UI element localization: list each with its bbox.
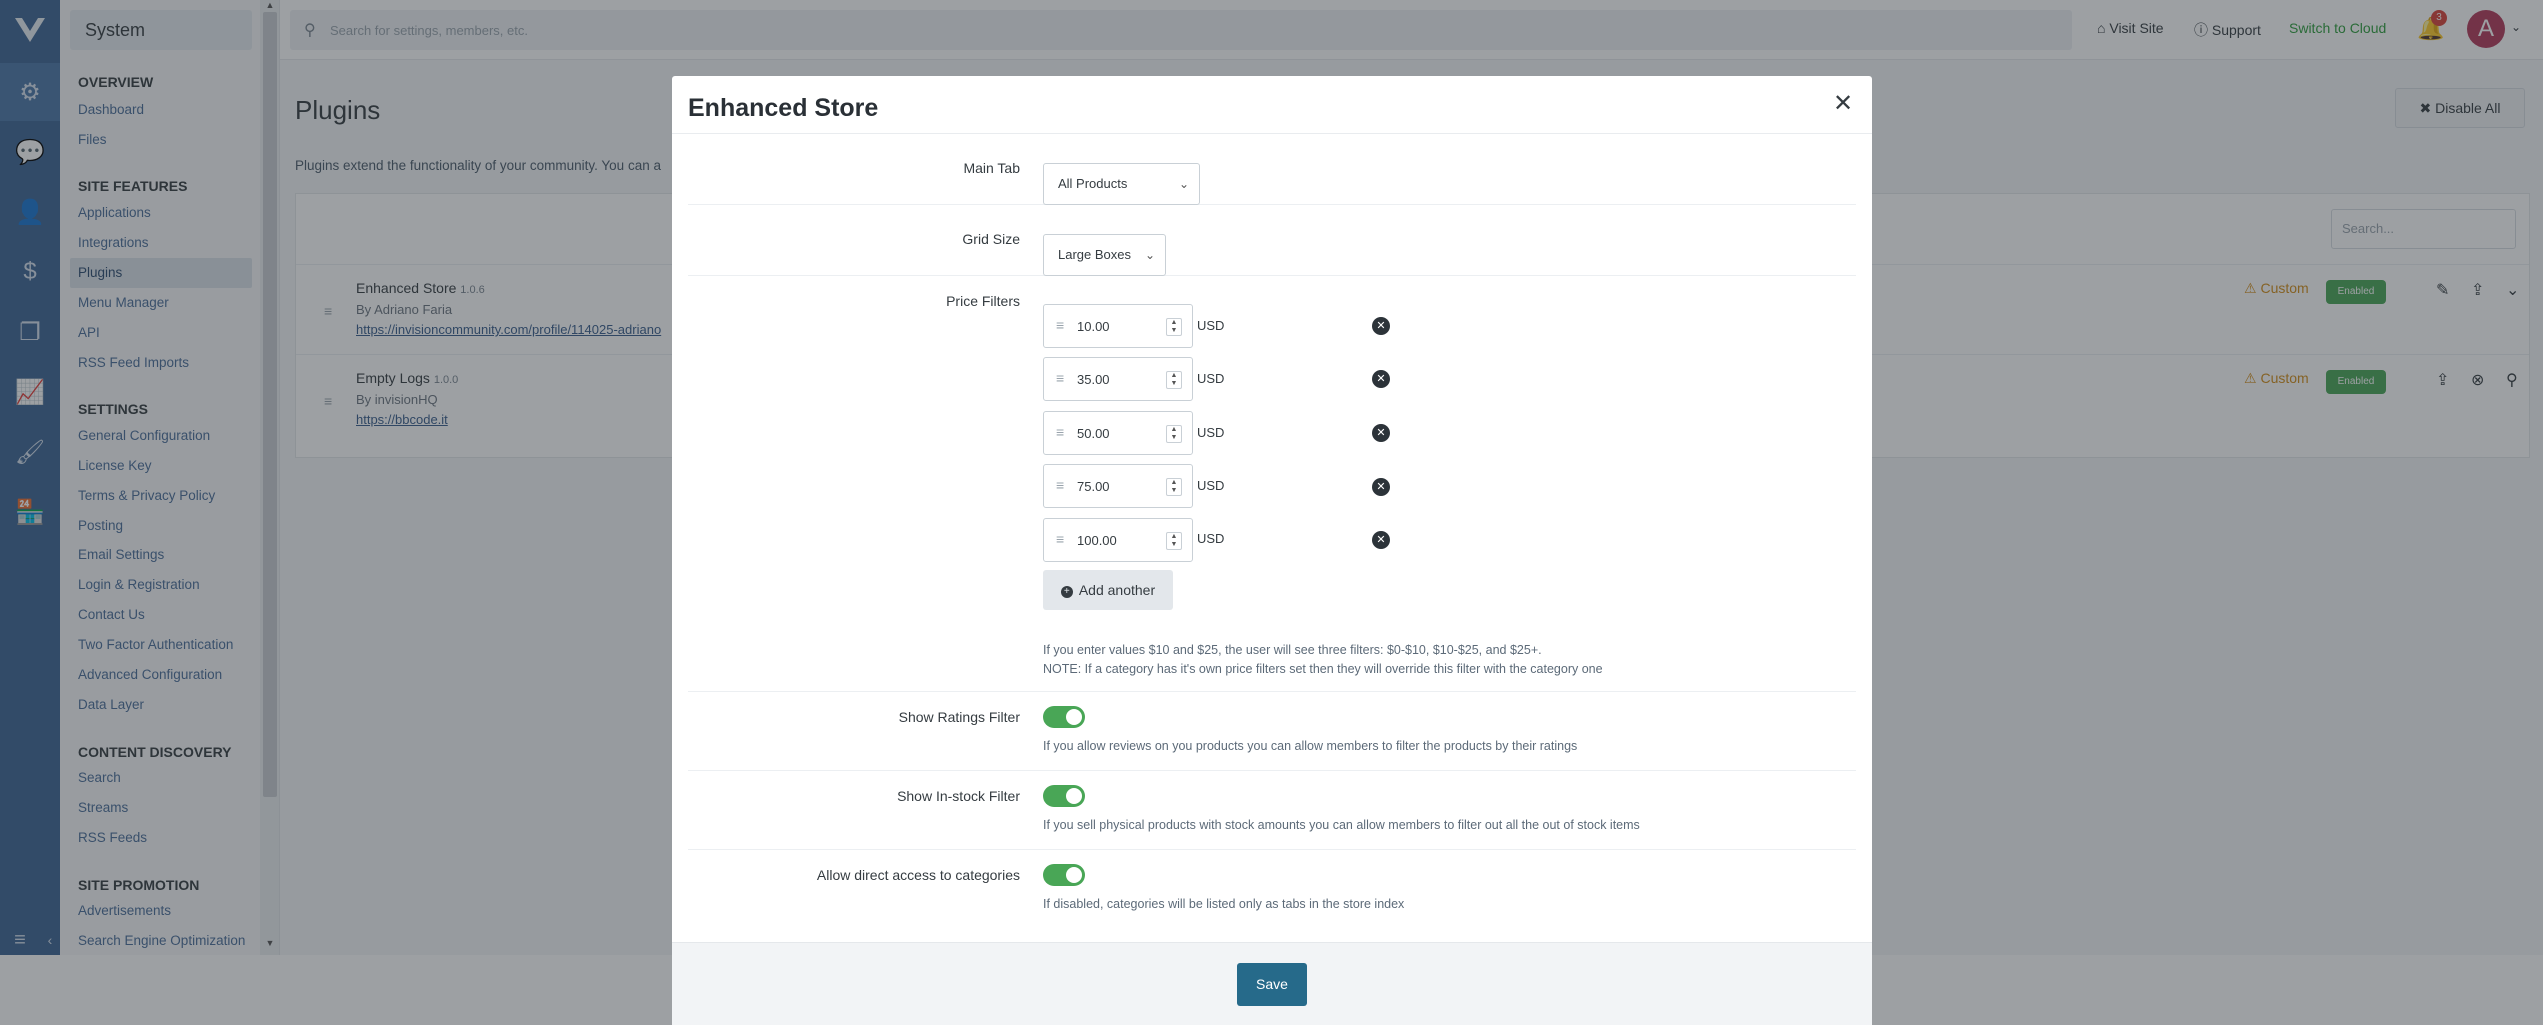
price-filter-value[interactable]: 35.00: [1077, 372, 1110, 387]
modal-title: Enhanced Store: [688, 94, 879, 122]
modal-footer: Save: [672, 942, 1872, 1025]
price-filter-value[interactable]: 75.00: [1077, 479, 1110, 494]
stepper-arrows-icon[interactable]: ▲ ▼: [1166, 532, 1182, 550]
price-filter-field[interactable]: ≡ 50.00 ▲ ▼: [1043, 411, 1193, 455]
drag-handle-icon[interactable]: ≡: [1056, 478, 1064, 492]
price-filter-field[interactable]: ≡ 100.00 ▲ ▼: [1043, 518, 1193, 562]
ratings-filter-row: Show Ratings Filter: [688, 692, 1856, 771]
chevron-down-icon: ⌄: [1144, 248, 1155, 262]
stepper-arrows-icon[interactable]: ▲ ▼: [1166, 478, 1182, 496]
add-another-button[interactable]: + Add another: [1043, 570, 1173, 610]
ratings-filter-label: Show Ratings Filter: [898, 709, 1020, 725]
drag-handle-icon[interactable]: ≡: [1056, 532, 1064, 546]
currency-label: USD: [1197, 531, 1225, 546]
remove-filter-icon[interactable]: ✕: [1372, 370, 1390, 388]
chevron-down-icon: ⌄: [1178, 177, 1189, 191]
plugin-settings-modal: Enhanced Store ✕ Main Tab All Products ⌄…: [672, 76, 1872, 1025]
toggle-knob: [1066, 709, 1082, 725]
remove-filter-icon[interactable]: ✕: [1372, 531, 1390, 549]
grid-size-row: Grid Size: [688, 205, 1856, 276]
currency-label: USD: [1197, 371, 1225, 386]
ratings-filter-help: If you allow reviews on you products you…: [1043, 739, 1578, 753]
direct-access-row: Allow direct access to categories: [688, 850, 1856, 942]
close-icon[interactable]: ✕: [1833, 92, 1853, 116]
price-filter-field[interactable]: ≡ 10.00 ▲ ▼: [1043, 304, 1193, 348]
stepper-arrows-icon[interactable]: ▲ ▼: [1166, 425, 1182, 443]
main-tab-value: All Products: [1058, 176, 1128, 191]
price-filter-field[interactable]: ≡ 75.00 ▲ ▼: [1043, 464, 1193, 508]
ratings-filter-toggle[interactable]: [1043, 706, 1085, 728]
toggle-knob: [1066, 867, 1082, 883]
price-filter-value[interactable]: 50.00: [1077, 426, 1110, 441]
main-tab-select[interactable]: All Products ⌄: [1043, 163, 1200, 205]
plus-circle-icon: +: [1060, 586, 1073, 598]
main-tab-label: Main Tab: [963, 160, 1020, 176]
direct-access-label: Allow direct access to categories: [816, 867, 1020, 883]
currency-label: USD: [1197, 318, 1225, 333]
price-filter-value[interactable]: 10.00: [1077, 319, 1110, 334]
currency-label: USD: [1197, 478, 1225, 493]
price-filter-field[interactable]: ≡ 35.00 ▲ ▼: [1043, 357, 1193, 401]
price-filters-label: Price Filters: [946, 293, 1020, 309]
remove-filter-icon[interactable]: ✕: [1372, 317, 1390, 335]
toggle-knob: [1066, 788, 1082, 804]
add-another-label: Add another: [1078, 582, 1156, 598]
price-filters-help: If you enter values $10 and $25, the use…: [1043, 643, 1542, 657]
grid-size-label: Grid Size: [962, 231, 1020, 247]
remove-filter-icon[interactable]: ✕: [1372, 478, 1390, 496]
price-filter-value[interactable]: 100.00: [1077, 533, 1117, 548]
drag-handle-icon[interactable]: ≡: [1056, 318, 1064, 332]
price-filters-note: NOTE: If a category has it's own price f…: [1043, 662, 1603, 676]
main-tab-row: Main Tab: [688, 134, 1856, 205]
stepper-arrows-icon[interactable]: ▲ ▼: [1166, 318, 1182, 336]
save-button[interactable]: Save: [1237, 963, 1307, 1006]
instock-filter-toggle[interactable]: [1043, 785, 1085, 807]
price-filters-row: Price Filters: [688, 276, 1856, 692]
drag-handle-icon[interactable]: ≡: [1056, 425, 1064, 439]
direct-access-toggle[interactable]: [1043, 864, 1085, 886]
instock-filter-label: Show In-stock Filter: [897, 788, 1020, 804]
remove-filter-icon[interactable]: ✕: [1372, 424, 1390, 442]
drag-handle-icon[interactable]: ≡: [1056, 371, 1064, 385]
modal-header: Enhanced Store ✕: [672, 76, 1872, 134]
instock-filter-row: Show In-stock Filter: [688, 771, 1856, 850]
stepper-arrows-icon[interactable]: ▲ ▼: [1166, 371, 1182, 389]
currency-label: USD: [1197, 425, 1225, 440]
direct-access-help: If disabled, categories will be listed o…: [1043, 897, 1405, 911]
grid-size-value: Large Boxes: [1058, 247, 1131, 262]
instock-filter-help: If you sell physical products with stock…: [1043, 818, 1640, 832]
grid-size-select[interactable]: Large Boxes ⌄: [1043, 234, 1166, 276]
